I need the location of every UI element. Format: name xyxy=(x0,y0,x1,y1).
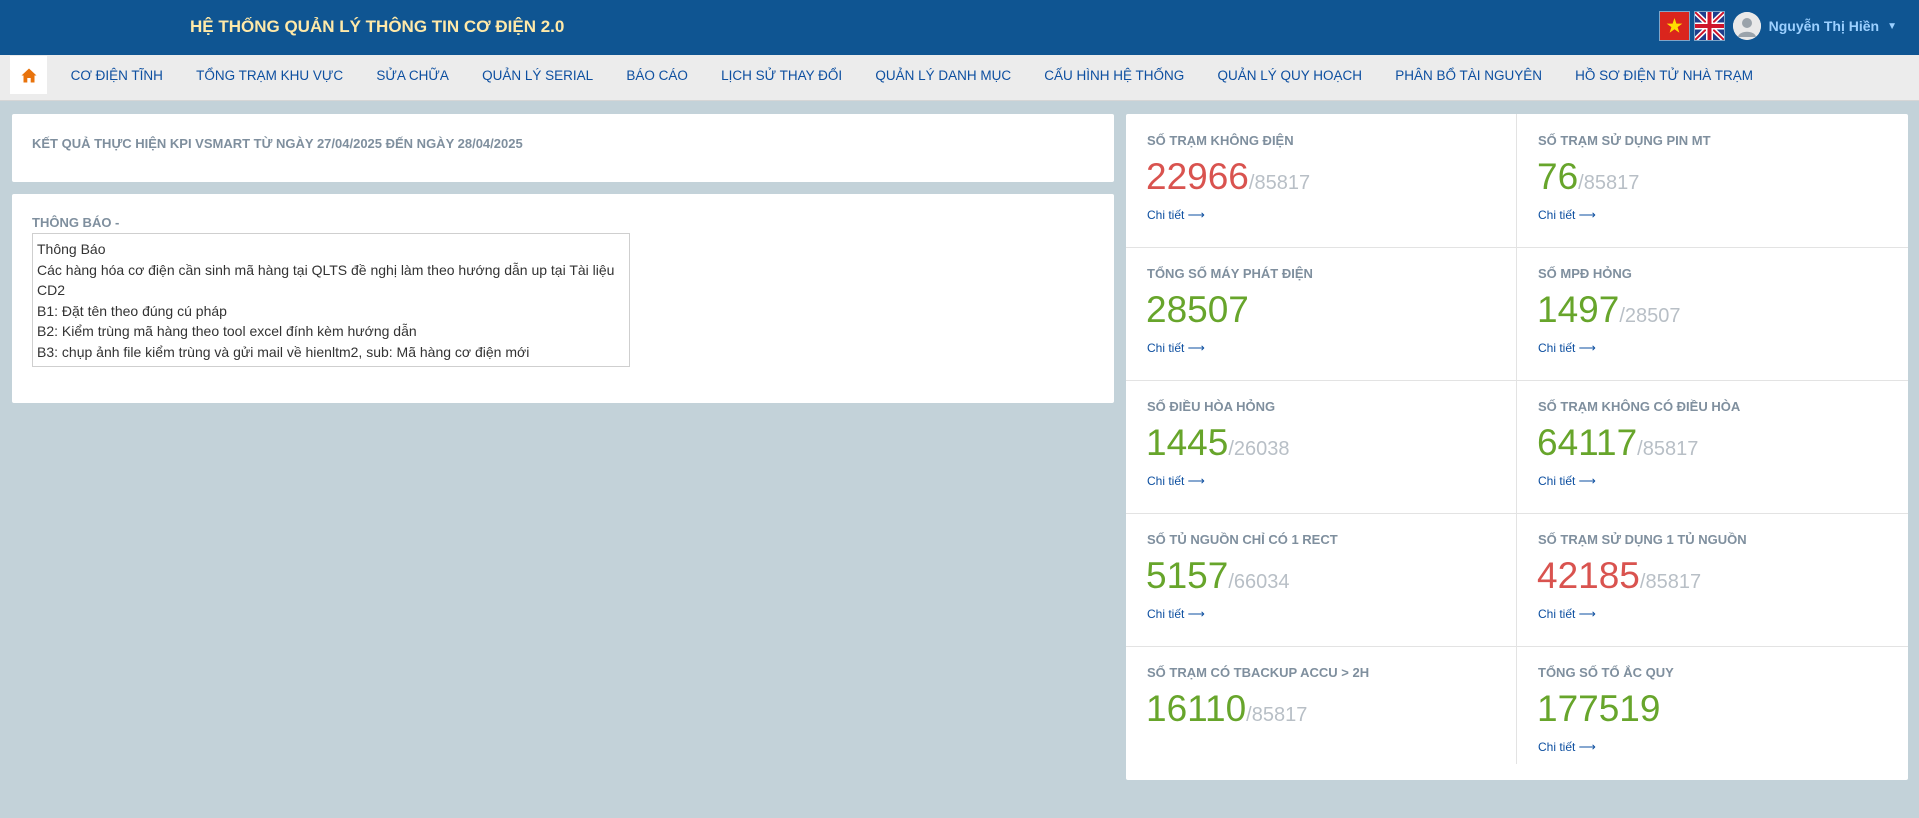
stat-total: /85817 xyxy=(1637,438,1699,460)
stat-card-may-phat-dien: TỔNG SỐ MÁY PHÁT ĐIỆN 28507 Chi tiết ⟶ xyxy=(1126,247,1517,380)
stat-total: /85817 xyxy=(1248,172,1311,194)
nav-quan-ly-quy-hoach[interactable]: QUẢN LÝ QUY HOẠCH xyxy=(1201,68,1379,83)
nav-quan-ly-danh-muc[interactable]: QUẢN LÝ DANH MỤC xyxy=(859,68,1028,83)
stat-total: /28507 xyxy=(1619,305,1681,327)
kpi-title: KẾT QUẢ THỰC HIỆN KPI VSMART TỪ NGÀY 27/… xyxy=(32,136,523,151)
stat-value: 42185/85817 xyxy=(1537,555,1701,597)
nav-lich-su-thay-doi[interactable]: LỊCH SỬ THAY ĐỔI xyxy=(704,68,858,83)
notice-line: Thông Báo xyxy=(37,241,106,257)
main-nav: CƠ ĐIỆN TĨNH TỔNG TRẠM KHU VỰC SỬA CHỮA … xyxy=(0,55,1919,101)
stat-value: 1445/26038 xyxy=(1146,422,1289,464)
stats-panel: SỐ TRẠM KHÔNG ĐIỆN 22966/85817 Chi tiết … xyxy=(1126,114,1908,780)
notice-line: B3: chụp ảnh file kiểm trùng và gửi mail… xyxy=(37,343,530,360)
nav-cau-hinh-he-thong[interactable]: CẤU HÌNH HỆ THỐNG xyxy=(1028,68,1201,83)
stat-total: /85817 xyxy=(1578,172,1640,194)
stat-label: SỐ TRẠM SỬ DỤNG 1 TỦ NGUỒN xyxy=(1538,532,1747,547)
notice-panel: THÔNG BÁO - Thông Báo Các hàng hóa cơ đi… xyxy=(12,194,1114,403)
detail-link[interactable]: Chi tiết ⟶ xyxy=(1147,474,1205,488)
detail-link[interactable]: Chi tiết ⟶ xyxy=(1147,341,1205,355)
app-title: HỆ THỐNG QUẢN LÝ THÔNG TIN CƠ ĐIỆN 2.0 xyxy=(190,17,565,36)
stat-card-mpd-hong: SỐ MPĐ HỎNG 1497/28507 Chi tiết ⟶ xyxy=(1517,247,1908,380)
detail-link[interactable]: Chi tiết ⟶ xyxy=(1538,474,1596,488)
stat-number: 5157 xyxy=(1146,555,1229,596)
stat-value: 177519 xyxy=(1537,688,1660,730)
stat-total: /26038 xyxy=(1228,438,1290,460)
stat-label: TỔNG SỐ TỔ ẮC QUY xyxy=(1538,665,1674,680)
stat-value: 22966/85817 xyxy=(1146,156,1310,198)
detail-link[interactable]: Chi tiết ⟶ xyxy=(1538,607,1596,621)
stat-value: 5157/66034 xyxy=(1146,555,1289,597)
stat-number: 1497 xyxy=(1537,289,1620,330)
caret-down-icon[interactable]: ▼ xyxy=(1887,21,1897,32)
home-button[interactable] xyxy=(10,56,47,94)
stat-number: 42185 xyxy=(1537,555,1640,596)
stat-card-tbackup-accu: SỐ TRẠM CÓ TBACKUP ACCU > 2H 16110/85817 xyxy=(1126,646,1517,779)
stat-value: 16110/85817 xyxy=(1146,688,1307,730)
nav-tong-tram-khu-vuc[interactable]: TỔNG TRẠM KHU VỰC xyxy=(180,68,360,83)
notice-textarea[interactable]: Thông Báo Các hàng hóa cơ điện cần sinh … xyxy=(32,233,630,367)
stat-label: TỔNG SỐ MÁY PHÁT ĐIỆN xyxy=(1147,266,1313,281)
detail-link[interactable]: Chi tiết ⟶ xyxy=(1147,607,1205,621)
kpi-panel: KẾT QUẢ THỰC HIỆN KPI VSMART TỪ NGÀY 27/… xyxy=(12,114,1114,182)
detail-link[interactable]: Chi tiết ⟶ xyxy=(1538,341,1596,355)
user-avatar-icon[interactable] xyxy=(1732,12,1761,40)
nav-sua-chua[interactable]: SỬA CHỮA xyxy=(360,68,466,83)
stat-total: /85817 xyxy=(1246,704,1308,726)
stat-label: SỐ MPĐ HỎNG xyxy=(1538,266,1632,281)
stat-number: 28507 xyxy=(1146,289,1249,330)
stat-card-to-ac-quy: TỔNG SỐ TỔ ẮC QUY 177519 Chi tiết ⟶ xyxy=(1517,646,1908,779)
stat-label: SỐ TRẠM CÓ TBACKUP ACCU > 2H xyxy=(1147,665,1370,680)
notice-line: B1: Đặt tên theo đúng cú pháp xyxy=(37,302,227,319)
uk-flag-icon[interactable] xyxy=(1692,10,1726,42)
stat-card-dieu-hoa-hong: SỐ ĐIỀU HÒA HỎNG 1445/26038 Chi tiết ⟶ xyxy=(1126,380,1517,513)
nav-quan-ly-serial[interactable]: QUẢN LÝ SERIAL xyxy=(466,68,610,83)
stat-value: 1497/28507 xyxy=(1537,289,1680,331)
stat-number: 1445 xyxy=(1146,422,1229,463)
stat-label: SỐ TRẠM SỬ DỤNG PIN MT xyxy=(1538,133,1711,148)
nav-ho-so-dien-tu-nha-tram[interactable]: HỒ SƠ ĐIỆN TỬ NHÀ TRẠM xyxy=(1559,68,1770,83)
stat-card-tu-nguon-1-rect: SỐ TỦ NGUỒN CHỈ CÓ 1 RECT 5157/66034 Chi… xyxy=(1126,513,1517,646)
stat-label: SỐ TỦ NGUỒN CHỈ CÓ 1 RECT xyxy=(1147,532,1338,547)
stat-label: SỐ ĐIỀU HÒA HỎNG xyxy=(1147,399,1276,414)
stat-value: 28507 xyxy=(1146,289,1249,331)
nav-co-dien-tinh[interactable]: CƠ ĐIỆN TĨNH xyxy=(54,68,180,83)
detail-link[interactable]: Chi tiết ⟶ xyxy=(1538,208,1596,222)
notice-line: B2: Kiểm trùng mã hàng theo tool excel đ… xyxy=(37,323,417,339)
stat-number: 76 xyxy=(1537,156,1579,197)
stat-total: /85817 xyxy=(1639,571,1702,593)
stat-number: 22966 xyxy=(1146,156,1249,197)
stat-label: SỐ TRẠM KHÔNG ĐIỆN xyxy=(1147,133,1294,148)
vietnam-flag-icon[interactable] xyxy=(1658,11,1690,41)
nav-items: CƠ ĐIỆN TĨNH TỔNG TRẠM KHU VỰC SỬA CHỮA … xyxy=(54,55,1770,96)
notice-label: THÔNG BÁO - xyxy=(32,215,120,230)
top-header: HỆ THỐNG QUẢN LÝ THÔNG TIN CƠ ĐIỆN 2.0 N… xyxy=(0,0,1919,55)
stat-label: SỐ TRẠM KHÔNG CÓ ĐIỀU HÒA xyxy=(1538,399,1741,414)
nav-bao-cao[interactable]: BÁO CÁO xyxy=(610,68,705,83)
stat-value: 64117/85817 xyxy=(1537,422,1698,464)
header-user-area: Nguyễn Thị Hiền ▼ xyxy=(1658,10,1897,42)
stat-value: 76/85817 xyxy=(1537,156,1639,198)
stat-number: 177519 xyxy=(1537,688,1661,729)
stat-card-1-tu-nguon: SỐ TRẠM SỬ DỤNG 1 TỦ NGUỒN 42185/85817 C… xyxy=(1517,513,1908,646)
stat-number: 16110 xyxy=(1146,688,1247,729)
nav-phan-bo-tai-nguyen[interactable]: PHÂN BỔ TÀI NGUYÊN xyxy=(1379,68,1559,83)
stat-card-khong-co-dieu-hoa: SỐ TRẠM KHÔNG CÓ ĐIỀU HÒA 64117/85817 Ch… xyxy=(1517,380,1908,513)
detail-link[interactable]: Chi tiết ⟶ xyxy=(1538,740,1596,754)
stat-number: 64117 xyxy=(1537,422,1638,463)
stat-card-pin-mt: SỐ TRẠM SỬ DỤNG PIN MT 76/85817 Chi tiết… xyxy=(1517,114,1908,247)
home-icon xyxy=(21,68,36,82)
user-name[interactable]: Nguyễn Thị Hiền xyxy=(1769,18,1879,34)
notice-line: Các hàng hóa cơ điện cần sinh mã hàng tạ… xyxy=(37,261,615,299)
detail-link[interactable]: Chi tiết ⟶ xyxy=(1147,208,1205,222)
stat-card-tram-khong-dien: SỐ TRẠM KHÔNG ĐIỆN 22966/85817 Chi tiết … xyxy=(1126,114,1517,247)
stat-total: /66034 xyxy=(1228,571,1290,593)
